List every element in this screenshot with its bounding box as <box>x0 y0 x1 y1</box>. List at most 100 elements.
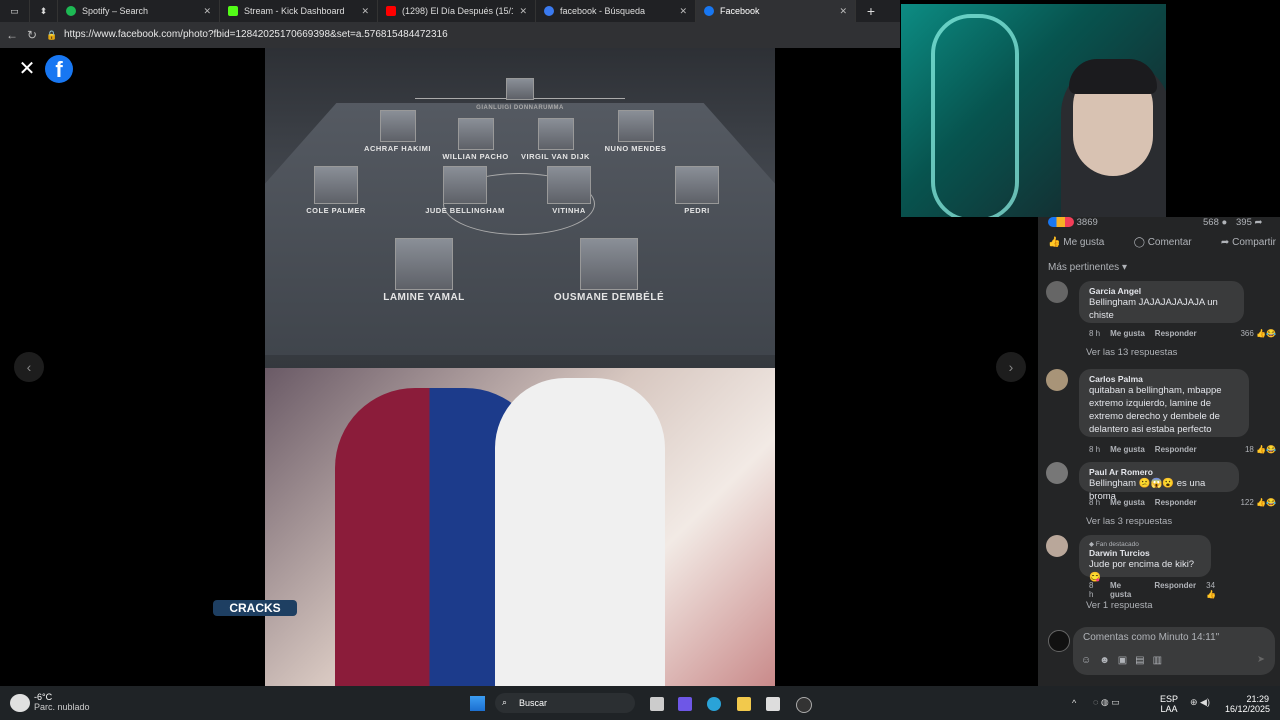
player-def4: NUNO MENDES <box>593 110 678 153</box>
browser-tab-bar: ▭ ⬍ Spotify – Search ✕ Stream - Kick Dash… <box>0 0 900 22</box>
copilot-icon[interactable] <box>678 697 692 711</box>
reaction-icons: 👍😂 <box>1256 329 1276 338</box>
kick-icon <box>228 6 238 16</box>
comment-sort-dropdown[interactable]: Más pertinentes ▾ <box>1048 262 1127 273</box>
back-icon[interactable]: ← <box>2 28 22 42</box>
sidebar-toggle-button[interactable]: ⬍ <box>30 0 58 22</box>
refresh-icon[interactable]: ↻ <box>22 28 42 42</box>
close-icon[interactable]: ✕ <box>839 6 847 17</box>
post-stats: 3869 568 ● 395 ➦ <box>1048 217 1270 231</box>
share-count-icon: ➦ <box>1254 217 1263 228</box>
player-mid1: COLE PALMER <box>290 166 382 215</box>
tray-icons[interactable]: ◌ ◍ ▭ <box>1093 697 1120 708</box>
comment-meta: 8 h Me gusta Responder 18 👍😂 <box>1089 445 1276 454</box>
player-def1: ACHRAF HAKIMI <box>355 110 440 153</box>
youtube-icon <box>386 6 396 16</box>
close-icon[interactable]: ✕ <box>361 6 369 17</box>
like-button[interactable]: 👍 Me gusta <box>1048 237 1104 248</box>
lineup-graphic: GIANLUIGI DONNARUMMA ACHRAF HAKIMI WILLI… <box>265 48 775 368</box>
players-photo <box>265 368 775 686</box>
close-icon[interactable]: ✕ <box>679 6 687 17</box>
player-fwd2: OUSMANE DEMBÉLÉ <box>535 238 683 303</box>
url-field[interactable]: https://www.facebook.com/photo?fbid=1284… <box>62 26 900 44</box>
comment-icon: ◯ <box>1133 237 1145 248</box>
post-sidebar: 3869 568 ● 395 ➦ 👍 Me gusta ◯ Comentar ➦… <box>1038 217 1280 686</box>
player-madrid-figure <box>495 378 665 686</box>
post-actions: 👍 Me gusta ◯ Comentar ➦ Compartir <box>1048 237 1276 248</box>
composer-tools[interactable]: ☺☻▣▤▥ <box>1081 655 1170 666</box>
language-indicator[interactable]: ESP LAA <box>1160 694 1178 714</box>
comment-bubble: Paul Ar Romero Bellingham 😕😱😮 es una bro… <box>1079 462 1239 502</box>
avatar[interactable] <box>1046 281 1068 303</box>
reaction-icons: 👍😂 <box>1256 498 1276 507</box>
search-icon <box>544 6 554 16</box>
diamond-icon: ◆ <box>1089 541 1094 548</box>
reactions-icon <box>1048 217 1074 228</box>
avatar[interactable] <box>1046 535 1068 557</box>
player-def3: VIRGIL VAN DIJK <box>513 118 598 161</box>
avatar[interactable] <box>1048 630 1070 652</box>
player-mid4: PEDRI <box>651 166 743 215</box>
player-mid3: VITINHA <box>523 166 615 215</box>
lock-icon: 🔒 <box>46 29 58 40</box>
facebook-icon <box>704 6 714 16</box>
tab-actions-button[interactable]: ▭ <box>0 0 30 22</box>
file-explorer-icon[interactable] <box>737 697 751 711</box>
send-icon[interactable]: ➤ <box>1257 654 1265 665</box>
next-photo-button[interactable]: › <box>996 352 1026 382</box>
network-volume-icons[interactable]: ⊕ ◀) <box>1190 697 1210 708</box>
new-tab-button[interactable]: + <box>856 0 886 22</box>
player-def2: WILLIAN PACHO <box>433 118 518 161</box>
spotify-icon <box>66 6 76 16</box>
tab-facebook[interactable]: Facebook ✕ <box>696 0 856 22</box>
close-icon[interactable]: ✕ <box>203 6 211 17</box>
close-viewer-button[interactable]: ✕ <box>14 58 40 80</box>
cracks-brand-logo: CRACKS <box>213 600 297 616</box>
comment-bubble: Garcia Angel Bellingham JAJAJAJAJAJA un … <box>1079 281 1244 323</box>
tab-spotify[interactable]: Spotify – Search ✕ <box>58 0 220 22</box>
chevron-up-icon[interactable]: ^ <box>1072 698 1076 708</box>
edge-icon[interactable] <box>707 697 721 711</box>
comment-count-icon: ● <box>1221 217 1228 228</box>
comment-meta: 8 h Me gusta Responder 34 👍 <box>1089 581 1217 599</box>
view-replies-link[interactable]: Ver 1 respuesta <box>1086 600 1153 611</box>
comment-meta: 8 h Me gusta Responder 366 👍😂 <box>1089 329 1276 338</box>
windows-taskbar: -6°C Parc. nublado ⌕ Buscar ^ ◌ ◍ ▭ ESP L… <box>0 686 1280 720</box>
webcam-overlay <box>901 4 1166 217</box>
taskbar-search[interactable]: ⌕ Buscar <box>495 693 635 713</box>
share-button[interactable]: ➦ Compartir <box>1221 237 1276 248</box>
weather-icon <box>10 694 30 712</box>
view-replies-link[interactable]: Ver las 3 respuestas <box>1086 516 1172 527</box>
tab-kick[interactable]: Stream - Kick Dashboard ✕ <box>220 0 378 22</box>
clock[interactable]: 21:29 16/12/2025 <box>1225 694 1270 714</box>
comment-composer: Comentas como Minuto 14:11" ☺☻▣▤▥ ➤ <box>1048 627 1275 677</box>
app-icon[interactable] <box>796 697 812 713</box>
player-fwd1: LAMINE YAMAL <box>365 238 483 303</box>
comment-button[interactable]: ◯ Comentar <box>1134 237 1192 248</box>
task-view-icon[interactable] <box>650 697 664 711</box>
weather-widget[interactable]: -6°C Parc. nublado <box>34 692 90 712</box>
start-button[interactable] <box>470 696 485 711</box>
store-icon[interactable] <box>766 697 780 711</box>
player-mid2: JUDE BELLINGHAM <box>410 166 520 215</box>
thumbs-up-icon: 👍 <box>1048 237 1061 248</box>
post-photo: GIANLUIGI DONNARUMMA ACHRAF HAKIMI WILLI… <box>265 48 775 686</box>
tab-bing-search[interactable]: facebook - Búsqueda ✕ <box>536 0 696 22</box>
comment-input[interactable]: Comentas como Minuto 14:11" ☺☻▣▤▥ ➤ <box>1073 627 1275 675</box>
facebook-logo-icon[interactable]: f <box>45 55 73 83</box>
close-icon[interactable]: ✕ <box>519 6 527 17</box>
chevron-down-icon: ▾ <box>1121 262 1127 273</box>
view-replies-link[interactable]: Ver las 13 respuestas <box>1086 347 1177 358</box>
tab-youtube[interactable]: (1298) El Día Después (15/12/202…✕ <box>378 0 536 22</box>
comment-bubble: ◆ Fan destacado Darwin Turcios Jude por … <box>1079 535 1211 583</box>
search-icon: ⌕ <box>502 697 508 707</box>
reaction-icons: 👍 <box>1206 590 1217 599</box>
previous-photo-button[interactable]: ‹ <box>14 352 44 382</box>
player-goalkeeper: GIANLUIGI DONNARUMMA <box>455 78 585 111</box>
share-icon: ➦ <box>1220 237 1230 248</box>
comment-meta: 8 h Me gusta Responder 122 👍😂 <box>1089 498 1276 507</box>
address-bar: ← ↻ 🔒 https://www.facebook.com/photo?fbi… <box>0 22 900 48</box>
avatar[interactable] <box>1046 462 1068 484</box>
avatar[interactable] <box>1046 369 1068 391</box>
comment-bubble: Carlos Palma quitaban a bellingham, mbap… <box>1079 369 1249 437</box>
